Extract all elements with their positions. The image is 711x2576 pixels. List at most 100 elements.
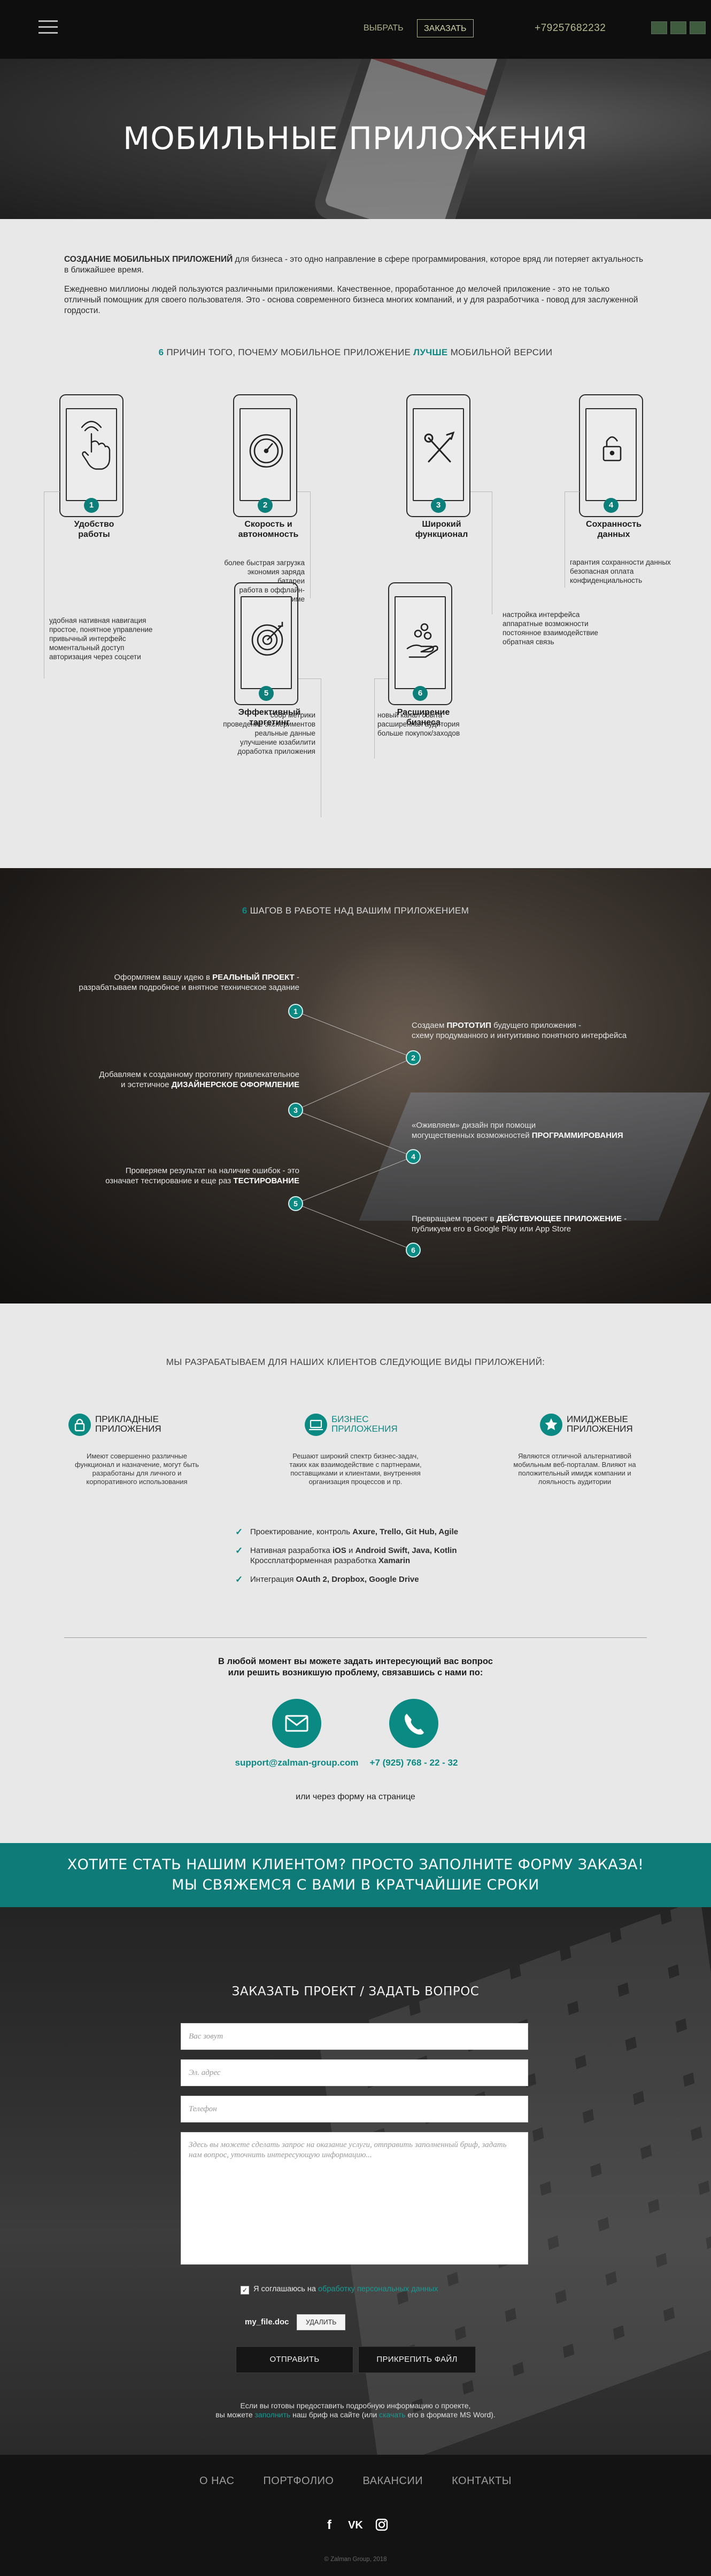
cta-banner: ХОТИТЕ СТАТЬ НАШИМ КЛИЕНТОМ? ПРОСТО ЗАПО… [0, 1843, 711, 1907]
tech-bold: Xamarin [378, 1556, 411, 1565]
tech-text: Проектирование, контроль [250, 1527, 353, 1536]
footer-link-about[interactable]: О НАС [199, 2475, 234, 2487]
reason-title-1: Удобство работы [46, 519, 142, 540]
type-title-2: БИЗНЕС ПРИЛОЖЕНИЯ [331, 1414, 398, 1434]
tech-item-1: ✓ Проектирование, контроль Axure, Trello,… [235, 1527, 567, 1537]
instagram-icon[interactable] [374, 2518, 389, 2533]
reason-title-2: Скорость и автономность [220, 519, 316, 540]
footer-nav: О НАС ПОРТФОЛИО ВАКАНСИИ КОНТАКТЫ [0, 2475, 711, 2487]
footer-link-portfolio[interactable]: ПОРТФОЛИО [263, 2475, 334, 2487]
step-text-b: ПРОГРАММИРОВАНИЯ [531, 1131, 623, 1140]
check-icon: ✓ [235, 1574, 243, 1584]
footer-link-contacts[interactable]: КОНТАКТЫ [452, 2475, 512, 2487]
footer: О НАС ПОРТФОЛИО ВАКАНСИИ КОНТАКТЫ f VK ©… [0, 2455, 711, 2576]
reason-line [470, 491, 492, 492]
step-number-6: 6 [406, 1243, 421, 1258]
message-field[interactable] [181, 2132, 528, 2265]
email-field[interactable] [181, 2059, 528, 2086]
tech-list: ✓ Проектирование, контроль Axure, Trello,… [235, 1527, 567, 1593]
reason-line [297, 491, 310, 492]
step-text-a: Создаем [412, 1021, 447, 1030]
tech-text: Нативная разработка [250, 1546, 333, 1555]
email-icon[interactable] [272, 1699, 321, 1748]
step-text-b: ДИЗАЙНЕРСКОЕ ОФОРМЛЕНИЕ [171, 1080, 299, 1089]
page-title: МОБИЛЬНЫЕ ПРИЛОЖЕНИЯ [123, 120, 588, 157]
header-phone[interactable]: +79257682232 [535, 22, 606, 34]
social-links: f VK [0, 2518, 711, 2533]
step-number-2: 2 [406, 1050, 421, 1065]
form-title: ЗАКАЗАТЬ ПРОЕКТ / ЗАДАТЬ ВОПРОС [231, 1985, 480, 1999]
step-text-3: Добавляем к созданному прототипу привлек… [37, 1070, 299, 1090]
step-text-2: Создаем ПРОТОТИП будущего приложения - с… [412, 1020, 690, 1041]
phone-icon[interactable] [389, 1699, 438, 1748]
step-text-a: Превращаем проект в [412, 1214, 497, 1223]
reason-phone-5: 5 [234, 582, 298, 705]
send-button[interactable]: ОТПРАВИТЬ [236, 2346, 353, 2373]
reason-number: 5 [259, 686, 274, 701]
nav-choose-link[interactable]: ВЫБРАТЬ [364, 24, 404, 33]
reason-number: 3 [431, 498, 446, 513]
consent-link[interactable]: обработку персональных данных [318, 2285, 438, 2293]
lang-flag-1[interactable] [651, 21, 667, 34]
phone-field[interactable] [181, 2096, 528, 2122]
check-icon: ✓ [235, 1527, 243, 1537]
delete-file-button[interactable]: УДАЛИТЬ [297, 2314, 346, 2330]
reason-line [44, 491, 60, 492]
divider [64, 1637, 647, 1638]
intro-paragraph-2: Ежедневно миллионы людей пользуются разл… [64, 285, 638, 315]
step-text-b: ТЕСТИРОВАНИЕ [233, 1176, 299, 1185]
consent-checkbox-row[interactable]: ✓ Я соглашаюсь на обработку персональных … [241, 2285, 438, 2294]
or-form-text: или через форму на странице [296, 1792, 415, 1801]
steps-section: 6 ШАГОВ В РАБОТЕ НАД ВАШИМ ПРИЛОЖЕНИЕМ 1… [0, 868, 711, 1303]
lang-flag-3[interactable] [690, 21, 706, 34]
nav-order-button[interactable]: ЗАКАЗАТЬ [417, 19, 474, 37]
vk-icon[interactable]: VK [345, 2518, 366, 2533]
tech-text: Интеграция [250, 1575, 296, 1584]
consent-checkbox[interactable]: ✓ [241, 2286, 249, 2294]
type-title-1: ПРИКЛАДНЫЕ ПРИЛОЖЕНИЯ [95, 1414, 161, 1434]
reason-desc-6: новый канал сбыта расширенная аудитория … [377, 711, 460, 737]
reason-title-4: Сохранность данных [566, 519, 662, 540]
top-bar: ВЫБРАТЬ ЗАКАЗАТЬ +79257682232 [0, 0, 711, 59]
brief-note-text: вы можете [215, 2410, 255, 2419]
step-text-5: Проверяем результат на наличие ошибок - … [37, 1166, 299, 1186]
step-text-b: РЕАЛЬНЫЙ ПРОЕКТ [212, 973, 295, 982]
fill-brief-link[interactable]: заполнить [255, 2410, 291, 2419]
menu-icon[interactable] [38, 20, 58, 35]
email-link[interactable]: support@zalman-group.com [227, 1758, 366, 1768]
contact-question: В любой момент вы можете задать интересу… [0, 1656, 711, 1679]
reasons-heading-num: 6 [158, 347, 164, 357]
consent-text: Я соглашаюсь на [253, 2285, 318, 2293]
footer-link-vacancies[interactable]: ВАКАНСИИ [362, 2475, 423, 2487]
page: ВЫБРАТЬ ЗАКАЗАТЬ +79257682232 МОБИЛЬНЫЕ … [0, 0, 711, 2576]
phone-link[interactable]: +7 (925) 768 - 22 - 32 [355, 1758, 473, 1768]
tech-item-2: ✓ Нативная разработка iOS и Android Swift… [235, 1545, 567, 1566]
tech-text: и [346, 1546, 356, 1555]
reasons-heading-b: МОБИЛЬНОЙ ВЕРСИИ [447, 347, 553, 357]
brief-note: Если вы готовы предоставить подробную ин… [0, 2401, 711, 2419]
download-brief-link[interactable]: скачать [379, 2410, 405, 2419]
step-text-6: Превращаем проект в ДЕЙСТВУЮЩЕЕ ПРИЛОЖЕН… [412, 1214, 690, 1234]
type-desc-2: Решают широкий спектр бизнес-задач, таки… [289, 1452, 422, 1486]
reason-number: 1 [84, 498, 99, 513]
reason-line [310, 491, 311, 598]
reason-line [565, 491, 579, 492]
facebook-icon[interactable]: f [322, 2518, 337, 2533]
reason-title-text: Скорость и автономность [238, 520, 299, 539]
step-text-b: ПРОТОТИП [446, 1021, 491, 1030]
reason-title-text: Широкий функционал [415, 520, 468, 539]
tech-bold: iOS [332, 1546, 346, 1555]
lock-icon [68, 1414, 91, 1436]
tech-item-3: ✓ Интеграция OAuth 2, Dropbox, Google Dri… [235, 1574, 567, 1584]
type-title-3: ИМИДЖЕВЫЕ ПРИЛОЖЕНИЯ [567, 1414, 633, 1434]
attach-file-button[interactable]: ПРИКРЕПИТЬ ФАЙЛ [358, 2346, 476, 2373]
intro-bold: СОЗДАНИЕ МОБИЛЬНЫХ ПРИЛОЖЕНИЙ [64, 255, 233, 264]
intro-text: СОЗДАНИЕ МОБИЛЬНЫХ ПРИЛОЖЕНИЙ для бизнес… [64, 254, 647, 325]
name-field[interactable] [181, 2023, 528, 2050]
reason-phone-6: 6 [388, 582, 452, 705]
lang-flag-2[interactable] [670, 21, 686, 34]
reason-phone-2: 2 [233, 394, 297, 517]
reason-number: 6 [413, 686, 428, 701]
reason-phone-4: 4 [579, 394, 643, 517]
reasons-heading-a: ПРИЧИН ТОГО, ПОЧЕМУ МОБИЛЬНОЕ ПРИЛОЖЕНИЕ [164, 347, 414, 357]
